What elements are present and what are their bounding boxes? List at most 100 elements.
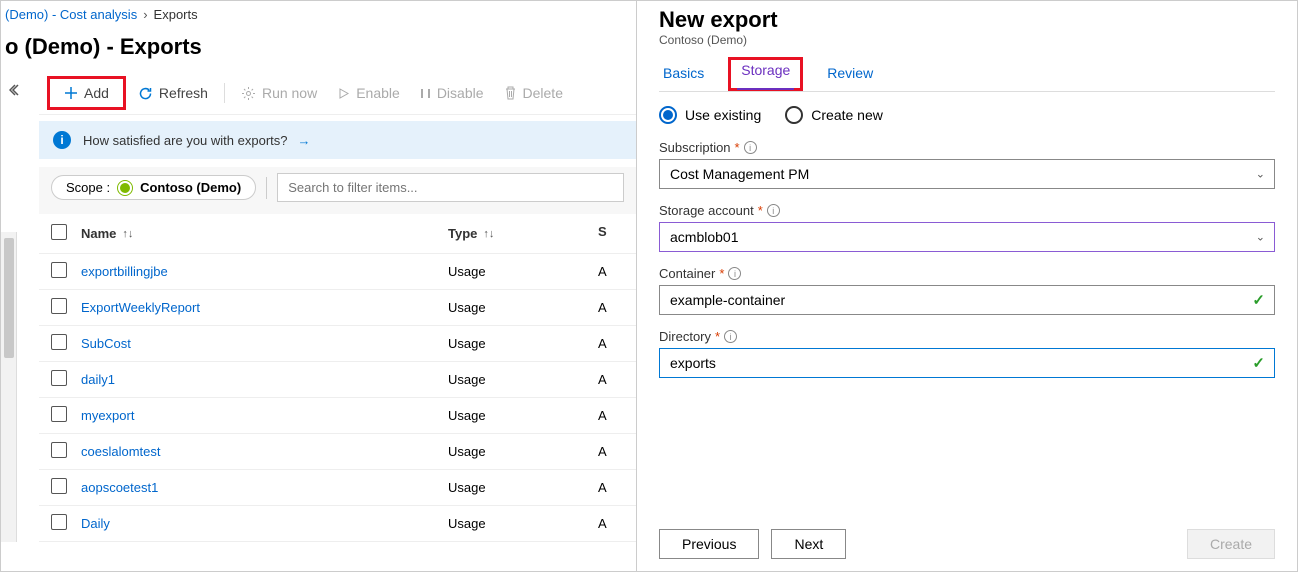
radio-icon xyxy=(785,106,803,124)
tab-storage[interactable]: Storage xyxy=(737,54,794,90)
sort-icon[interactable]: ↑↓ xyxy=(122,228,133,240)
enable-button[interactable]: Enable xyxy=(329,81,408,105)
next-button[interactable]: Next xyxy=(771,529,846,559)
run-now-button[interactable]: Run now xyxy=(233,81,325,105)
info-icon[interactable]: i xyxy=(744,141,757,154)
export-status: A xyxy=(598,336,624,351)
export-status: A xyxy=(598,516,624,531)
row-checkbox[interactable] xyxy=(51,298,67,314)
row-checkbox[interactable] xyxy=(51,442,67,458)
refresh-icon xyxy=(138,86,153,101)
export-type: Usage xyxy=(448,444,598,459)
refresh-button[interactable]: Refresh xyxy=(130,81,216,105)
table-row[interactable]: aopscoetest1UsageA xyxy=(39,470,636,506)
export-status: A xyxy=(598,444,624,459)
row-checkbox[interactable] xyxy=(51,406,67,422)
exports-list-pane: (Demo) - Cost analysis › Exports o (Demo… xyxy=(1,1,637,571)
panel-title: New export xyxy=(659,7,1275,33)
storage-account-label: Storage account xyxy=(659,203,754,218)
trash-icon xyxy=(504,86,517,100)
scope-value: Contoso (Demo) xyxy=(140,180,241,195)
row-checkbox[interactable] xyxy=(51,262,67,278)
table-row[interactable]: ExportWeeklyReportUsageA xyxy=(39,290,636,326)
subscription-field: Subscription * i ⌄ xyxy=(659,140,1275,189)
export-name-link[interactable]: SubCost xyxy=(81,336,131,351)
add-button-highlight: Add xyxy=(47,76,126,110)
add-button[interactable]: Add xyxy=(56,81,117,105)
info-icon: i xyxy=(53,131,71,149)
export-status: A xyxy=(598,300,624,315)
scope-selector[interactable]: Scope : Contoso (Demo) xyxy=(51,175,256,200)
export-status: A xyxy=(598,264,624,279)
disable-button[interactable]: Disable xyxy=(412,81,492,105)
feedback-arrow-icon[interactable]: → xyxy=(297,133,310,148)
col-type-header[interactable]: Type xyxy=(448,226,477,241)
delete-button[interactable]: Delete xyxy=(496,81,571,105)
new-export-panel: New export Contoso (Demo) Basics Storage… xyxy=(637,1,1297,571)
info-icon[interactable]: i xyxy=(724,330,737,343)
export-name-link[interactable]: ExportWeeklyReport xyxy=(81,300,200,315)
breadcrumb: (Demo) - Cost analysis › Exports xyxy=(1,1,636,28)
export-name-link[interactable]: coeslalomtest xyxy=(81,444,160,459)
storage-account-field: Storage account * i ⌄ xyxy=(659,203,1275,252)
table-row[interactable]: Daily UsageA xyxy=(39,506,636,542)
previous-button[interactable]: Previous xyxy=(659,529,759,559)
export-name-link[interactable]: myexport xyxy=(81,408,134,423)
plus-icon xyxy=(64,86,78,100)
refresh-label: Refresh xyxy=(159,85,208,101)
storage-mode-radio-group: Use existing Create new xyxy=(659,106,1275,124)
collapse-sidebar-button[interactable] xyxy=(5,78,27,102)
disable-label: Disable xyxy=(437,85,484,101)
storage-account-select[interactable] xyxy=(659,222,1275,252)
tab-review[interactable]: Review xyxy=(823,57,877,91)
delete-label: Delete xyxy=(523,85,563,101)
toolbar-separator xyxy=(224,83,225,103)
radio-create-new[interactable]: Create new xyxy=(785,106,883,124)
table-row[interactable]: coeslalomtest UsageA xyxy=(39,434,636,470)
filter-input[interactable] xyxy=(277,173,624,202)
panel-footer: Previous Next Create xyxy=(659,513,1275,559)
info-icon[interactable]: i xyxy=(767,204,780,217)
export-status: A xyxy=(598,480,624,495)
export-status: A xyxy=(598,408,624,423)
breadcrumb-parent[interactable]: (Demo) - Cost analysis xyxy=(5,7,137,22)
table-row[interactable]: myexportUsageA xyxy=(39,398,636,434)
row-checkbox[interactable] xyxy=(51,478,67,494)
table-row[interactable]: exportbillingjbe UsageA xyxy=(39,254,636,290)
exports-table: Name↑↓ Type↑↓ S exportbillingjbeUsageAEx… xyxy=(39,214,636,542)
pause-icon xyxy=(420,87,431,100)
export-name-link[interactable]: exportbillingjbe xyxy=(81,264,168,279)
directory-input[interactable] xyxy=(659,348,1275,378)
export-type: Usage xyxy=(448,264,598,279)
col-name-header[interactable]: Name xyxy=(81,226,116,241)
row-checkbox[interactable] xyxy=(51,334,67,350)
export-name-link[interactable]: Daily xyxy=(81,516,110,531)
panel-tabs: Basics Storage Review xyxy=(659,57,1275,92)
radio-icon xyxy=(659,106,677,124)
export-name-link[interactable]: daily1 xyxy=(81,372,115,387)
row-checkbox[interactable] xyxy=(51,370,67,386)
scope-dot-icon xyxy=(118,181,132,195)
vertical-scrollbar[interactable] xyxy=(1,232,17,542)
gear-icon xyxy=(241,86,256,101)
container-label: Container xyxy=(659,266,715,281)
table-row[interactable]: daily1UsageA xyxy=(39,362,636,398)
container-field: Container * i ✓ xyxy=(659,266,1275,315)
directory-label: Directory xyxy=(659,329,711,344)
export-name-link[interactable]: aopscoetest1 xyxy=(81,480,158,495)
tab-basics[interactable]: Basics xyxy=(659,57,708,91)
container-input[interactable] xyxy=(659,285,1275,315)
table-row[interactable]: SubCostUsageA xyxy=(39,326,636,362)
col-s-header[interactable]: S xyxy=(598,224,624,243)
export-status: A xyxy=(598,372,624,387)
create-button[interactable]: Create xyxy=(1187,529,1275,559)
sort-icon[interactable]: ↑↓ xyxy=(483,228,494,240)
row-checkbox[interactable] xyxy=(51,514,67,530)
radio-use-existing[interactable]: Use existing xyxy=(659,106,761,124)
panel-subtitle: Contoso (Demo) xyxy=(659,33,1275,47)
subscription-select[interactable] xyxy=(659,159,1275,189)
scrollbar-thumb[interactable] xyxy=(4,238,14,358)
export-type: Usage xyxy=(448,516,598,531)
info-icon[interactable]: i xyxy=(728,267,741,280)
select-all-checkbox[interactable] xyxy=(51,224,67,240)
